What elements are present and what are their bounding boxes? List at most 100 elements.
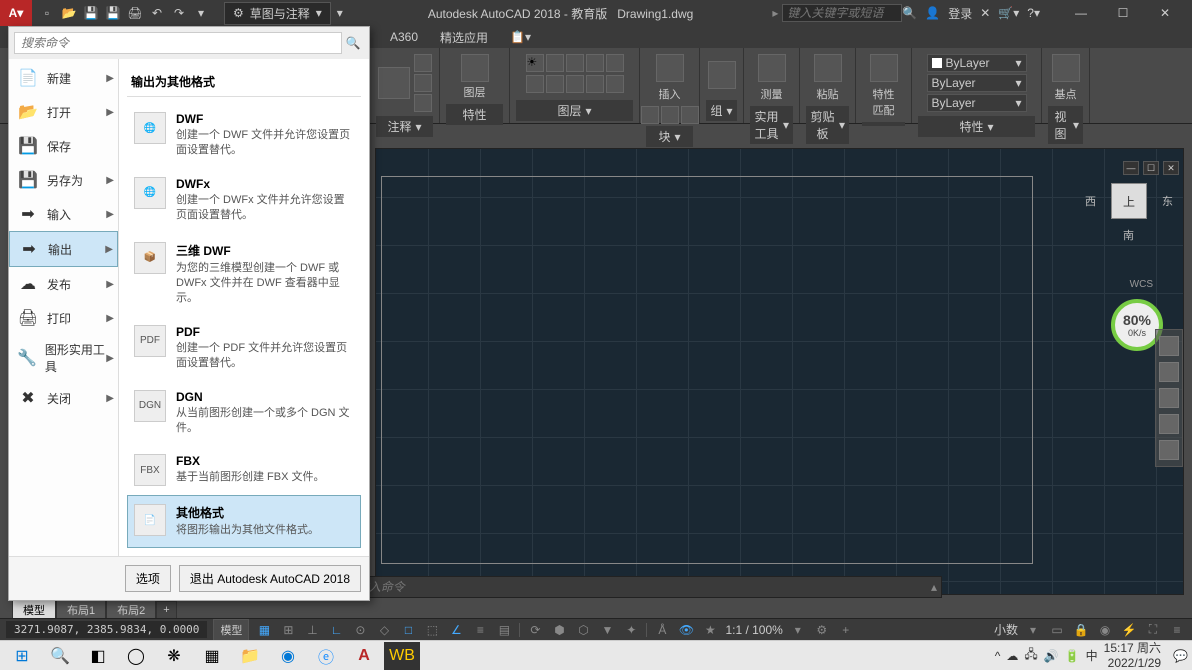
viewcube-w[interactable]: 西 xyxy=(1085,193,1096,209)
start-button[interactable]: ⊞ xyxy=(4,642,40,670)
layer-state-icon[interactable] xyxy=(606,75,624,93)
layer-freeze-icon[interactable] xyxy=(546,54,564,72)
lwt-toggle-icon[interactable]: ≡ xyxy=(471,621,489,639)
tab-layout2[interactable]: 布局2 xyxy=(106,599,156,620)
edit-block-icon[interactable] xyxy=(661,106,679,124)
basepoint-icon[interactable] xyxy=(1052,54,1080,82)
signin-icon[interactable]: 👤 xyxy=(925,6,940,20)
taskbar-clock[interactable]: 15:17 周六 2022/1/29 xyxy=(1104,641,1167,670)
attr-block-icon[interactable] xyxy=(681,106,699,124)
layer-more-icon[interactable] xyxy=(606,54,624,72)
filter-icon[interactable]: ▼ xyxy=(598,621,616,639)
maximize-button[interactable]: ☐ xyxy=(1102,0,1144,26)
chevron-down-icon[interactable]: ▾ xyxy=(839,118,845,132)
layer-lock-icon[interactable] xyxy=(566,54,584,72)
infer-toggle-icon[interactable]: ⊥ xyxy=(303,621,321,639)
gear-icon[interactable]: ⚙ xyxy=(813,621,831,639)
orbit-icon[interactable] xyxy=(1159,414,1179,434)
redo-icon[interactable]: ↷ xyxy=(170,4,188,22)
ie-icon[interactable]: ⓔ xyxy=(308,642,344,670)
chevron-down-icon[interactable]: ▾ xyxy=(585,104,591,118)
units-dropdown-icon[interactable]: ▾ xyxy=(1024,621,1042,639)
paste-icon[interactable] xyxy=(814,54,842,82)
login-label[interactable]: 登录 xyxy=(948,5,972,22)
menu-item-7[interactable]: 🖨打印▶ xyxy=(9,301,118,335)
taskview-icon[interactable]: ◧ xyxy=(80,642,116,670)
notifications-icon[interactable]: 💬 xyxy=(1173,649,1188,663)
coordinates[interactable]: 3271.9087, 2385.9834, 0.0000 xyxy=(6,621,207,638)
cmd-expand-icon[interactable]: ▴ xyxy=(931,580,937,594)
menu-item-0[interactable]: 📄新建▶ xyxy=(9,61,118,95)
osnap-toggle-icon[interactable]: □ xyxy=(399,621,417,639)
3d-icon[interactable]: ⬢ xyxy=(550,621,568,639)
layer-color-icon[interactable] xyxy=(586,54,604,72)
table-icon[interactable] xyxy=(414,94,432,112)
app-menu-button[interactable]: A▾ xyxy=(0,0,32,26)
group-icon[interactable] xyxy=(708,61,736,89)
text-icon[interactable] xyxy=(378,67,410,99)
model-space-toggle[interactable]: 模型 xyxy=(213,619,249,641)
workspace-more-icon[interactable]: ▾ xyxy=(331,4,349,22)
tray-battery-icon[interactable]: 🔋 xyxy=(1065,649,1080,663)
title-search-chevron[interactable]: ▸ xyxy=(772,6,778,20)
lock-ui-icon[interactable]: 🔒 xyxy=(1072,621,1090,639)
command-search-input[interactable] xyxy=(14,32,342,54)
search-icon[interactable]: 🔍 xyxy=(902,6,917,20)
tab-layout1[interactable]: 布局1 xyxy=(56,599,106,620)
minimize-button[interactable]: — xyxy=(1060,0,1102,26)
customize-icon[interactable]: ≡ xyxy=(1168,621,1186,639)
layer-iso-icon[interactable] xyxy=(526,75,544,93)
tab-a360[interactable]: A360 xyxy=(380,28,428,46)
cart-icon[interactable]: 🛒▾ xyxy=(998,6,1019,20)
ribbon-expand-icon[interactable]: 📋▾ xyxy=(510,30,531,44)
menu-item-8[interactable]: 🔧图形实用工具▶ xyxy=(9,335,118,381)
search-taskbar-icon[interactable]: 🔍 xyxy=(42,642,78,670)
chevron-down-icon[interactable]: ▾ xyxy=(783,118,789,132)
chevron-down-icon[interactable]: ▾ xyxy=(726,104,732,118)
search-icon[interactable]: 🔍 xyxy=(342,32,364,54)
snap-toggle-icon[interactable]: ⊞ xyxy=(279,621,297,639)
menu-item-2[interactable]: 💾保存 xyxy=(9,129,118,163)
showmotion-icon[interactable] xyxy=(1159,440,1179,460)
saveas-icon[interactable]: 💾 xyxy=(104,4,122,22)
zoom-label[interactable]: 1:1 / 100% xyxy=(725,623,782,637)
options-button[interactable]: 选项 xyxy=(125,565,171,592)
menu-item-1[interactable]: 📂打开▶ xyxy=(9,95,118,129)
tab-add[interactable]: + xyxy=(156,601,176,618)
annoauto-icon[interactable]: ★ xyxy=(701,621,719,639)
tray-ime-icon[interactable]: 中 xyxy=(1086,647,1098,664)
dim-icon[interactable] xyxy=(414,54,432,72)
export-item-PDF[interactable]: PDFPDF创建一个 PDF 文件并允许您设置页面设置替代。 xyxy=(127,316,361,381)
annoscale-icon[interactable]: Å xyxy=(653,621,671,639)
units-label[interactable]: 小数 xyxy=(994,621,1018,638)
dyn-ucs-icon[interactable]: ⬡ xyxy=(574,621,592,639)
qat-more-icon[interactable]: ▾ xyxy=(192,4,210,22)
wcs-label[interactable]: WCS xyxy=(1130,279,1153,290)
close-button[interactable]: ✕ xyxy=(1144,0,1186,26)
lineweight-dropdown[interactable]: ByLayer▾ xyxy=(927,94,1027,112)
chevron-down-icon[interactable]: ▾ xyxy=(674,130,680,144)
menu-item-9[interactable]: ✖关闭▶ xyxy=(9,381,118,415)
viewcube-top[interactable]: 上 xyxy=(1111,183,1147,219)
copilot-icon[interactable]: ❋ xyxy=(156,642,192,670)
infocenter-search[interactable] xyxy=(782,4,902,22)
tray-onedrive-icon[interactable]: ☁ xyxy=(1006,649,1018,663)
undo-icon[interactable]: ↶ xyxy=(148,4,166,22)
polar-toggle-icon[interactable]: ⊙ xyxy=(351,621,369,639)
new-icon[interactable]: ▫ xyxy=(38,4,56,22)
doc-close[interactable]: ✕ xyxy=(1163,161,1179,175)
zoom-dropdown-icon[interactable]: ▾ xyxy=(789,621,807,639)
chevron-down-icon[interactable]: ▾ xyxy=(1073,118,1079,132)
layer-match-icon[interactable] xyxy=(566,75,584,93)
app-taskbar-icon[interactable]: WB xyxy=(384,642,420,670)
create-block-icon[interactable] xyxy=(641,106,659,124)
doc-restore[interactable]: ☐ xyxy=(1143,161,1159,175)
drawing-area[interactable]: — ☐ ✕ 上 北 南 西 东 WCS 80% 0K/s xyxy=(375,148,1184,595)
layer-off-icon[interactable] xyxy=(546,75,564,93)
viewcube-s[interactable]: 南 xyxy=(1123,227,1134,243)
insert-icon[interactable] xyxy=(656,54,684,82)
tab-featured[interactable]: 精选应用 xyxy=(430,27,498,48)
tray-network-icon[interactable]: 🖧 xyxy=(1024,645,1037,666)
menu-item-5[interactable]: ➡输出▶ xyxy=(9,231,118,267)
tab-model[interactable]: 模型 xyxy=(12,599,56,620)
